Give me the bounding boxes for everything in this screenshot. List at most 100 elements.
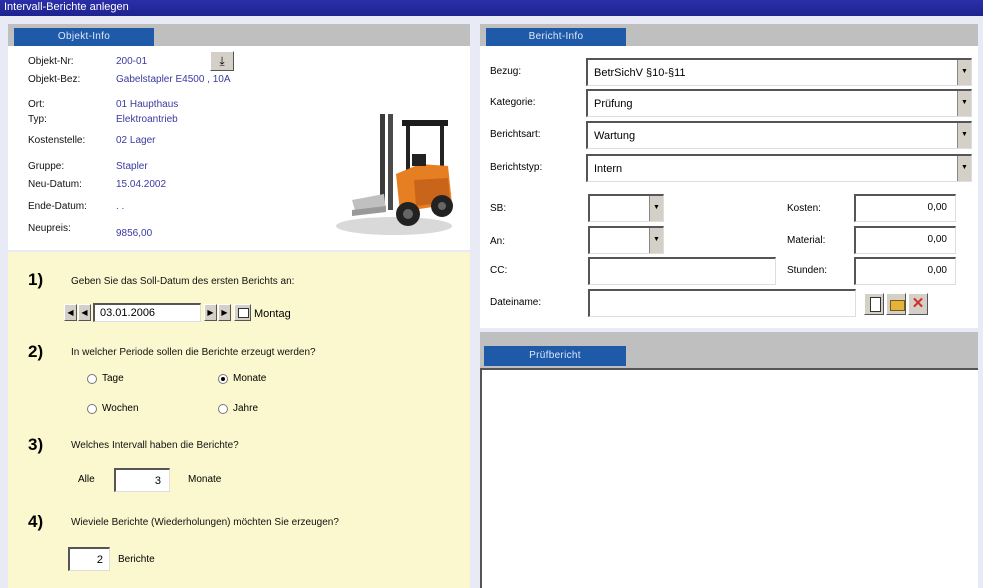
dateiname-input[interactable] [588,289,856,317]
new-file-icon [870,297,881,312]
wizard-panel: 1) Geben Sie das Soll-Datum des ersten B… [8,252,470,588]
step4-number: 4) [28,512,44,531]
material-value: 0,00 [927,234,947,245]
bezug-value: BetrSichV §10-§11 [594,67,686,79]
bericht-tabbar: Bericht-Info [480,24,978,46]
prev-date-button[interactable]: ◀ [78,304,91,321]
berichtstyp-label: Berichtstyp: [490,162,543,173]
objekt-tabbar: Objekt-Info [8,24,470,46]
count-unit: Berichte [118,554,155,565]
open-file-button[interactable] [886,293,906,315]
calendar-button[interactable] [234,304,251,321]
dateiname-label: Dateiname: [490,297,542,308]
sb-select[interactable]: ▼ [588,194,664,222]
gruppe-label: Gruppe: [28,161,65,172]
tab-objekt-info[interactable]: Objekt-Info [14,28,154,46]
stunden-label: Stunden: [787,265,828,276]
tab-bericht-info[interactable]: Bericht-Info [486,28,626,46]
typ-label: Typ: [28,114,47,125]
last-icon: ▶ [221,308,228,317]
material-label: Material: [787,235,826,246]
radio-wochen[interactable] [87,404,97,414]
cc-label: CC: [490,265,508,276]
berichtstyp-select[interactable]: Intern ▼ [586,154,972,182]
pruefbericht-tabbar: Prüfbericht [480,332,978,368]
bezug-label: Bezug: [490,66,522,77]
objekt-select-button[interactable]: ⤓ [210,51,234,71]
neu-datum-value: 15.04.2002 [116,179,167,190]
berichtstyp-value: Intern [594,163,623,175]
stunden-value: 0,00 [927,265,947,276]
new-file-button[interactable] [864,293,884,315]
interval-unit: Monate [188,474,222,485]
kostenstelle-label: Kostenstelle: [28,135,86,146]
next-date-button[interactable]: ▶ [204,304,217,321]
kosten-value: 0,00 [927,202,947,213]
interval-value: 3 [154,475,161,487]
ort-label: Ort: [28,99,45,110]
objekt-nr-value: 200-01 [116,56,148,67]
neupreis-value: 9856,00 [116,228,153,239]
step3-question: Welches Intervall haben die Berichte? [71,440,239,451]
sb-label: SB: [490,203,507,214]
kategorie-value: Prüfung [594,98,633,110]
step1-question: Geben Sie das Soll-Datum des ersten Beri… [71,276,295,287]
step2-number: 2) [28,342,44,361]
pruefbericht-textarea[interactable] [480,368,978,588]
berichtsart-select[interactable]: Wartung ▼ [586,121,972,149]
ort-value: 01 Haupthaus [116,99,179,110]
an-select[interactable]: ▼ [588,226,664,254]
date-field[interactable]: 03.01.2006 [93,303,201,322]
stunden-input[interactable]: 0,00 [854,257,956,285]
berichtsart-value: Wartung [594,130,636,142]
radio-tage-label: Tage [102,373,124,384]
objekt-nr-label: Objekt-Nr: [28,56,74,67]
gruppe-value: Stapler [116,161,148,172]
neupreis-label: Neupreis: [28,223,71,234]
prev-icon: ◀ [81,308,88,317]
an-label: An: [490,236,506,247]
radio-jahre-label: Jahre [233,403,259,414]
close-icon: ✕ [911,295,925,312]
chevron-down-icon[interactable]: ▼ [649,228,663,253]
typ-value: Elektroantrieb [116,114,178,125]
count-input[interactable]: 2 [68,547,110,571]
step2-question: In welcher Periode sollen die Berichte e… [71,347,316,358]
chevron-down-icon[interactable]: ▼ [957,60,971,85]
first-date-button[interactable]: ◀ [64,304,77,321]
ende-datum-value: . . [116,201,125,212]
interval-input[interactable]: 3 [114,468,170,492]
tab-pruefbericht[interactable]: Prüfbericht [484,346,626,366]
cc-input[interactable] [588,257,776,285]
material-input[interactable]: 0,00 [854,226,956,254]
window-title: Intervall-Berichte anlegen [0,0,983,16]
step3-number: 3) [28,435,44,454]
forklift-image [336,114,453,235]
kategorie-select[interactable]: Prüfung ▼ [586,89,972,117]
radio-monate[interactable] [218,374,228,384]
kosten-input[interactable]: 0,00 [854,194,956,222]
chevron-down-icon[interactable]: ▼ [649,196,663,221]
interval-prefix: Alle [78,474,95,485]
bezug-select[interactable]: BetrSichV §10-§11 ▼ [586,58,972,86]
kosten-label: Kosten: [787,203,821,214]
bericht-info-panel: Bezug: BetrSichV §10-§11 ▼ Kategorie: Pr… [480,46,978,328]
objekt-bez-label: Objekt-Bez: [28,74,81,85]
folder-icon [890,300,905,311]
download-icon: ⤓ [219,54,225,68]
radio-tage[interactable] [87,374,97,384]
first-icon: ◀ [67,308,74,317]
weekday-label: Montag [254,308,291,320]
neu-datum-label: Neu-Datum: [28,179,82,190]
chevron-down-icon[interactable]: ▼ [957,91,971,116]
next-icon: ▶ [207,308,214,317]
chevron-down-icon[interactable]: ▼ [957,156,971,181]
count-value: 2 [96,554,103,566]
calendar-icon [238,308,249,318]
chevron-down-icon[interactable]: ▼ [957,123,971,148]
objekt-info-panel: Objekt-Nr: 200-01 ⤓ Objekt-Bez: Gabelsta… [8,46,470,250]
radio-jahre[interactable] [218,404,228,414]
last-date-button[interactable]: ▶ [218,304,231,321]
ende-datum-label: Ende-Datum: [28,201,87,212]
clear-file-button[interactable]: ✕ [908,293,928,315]
